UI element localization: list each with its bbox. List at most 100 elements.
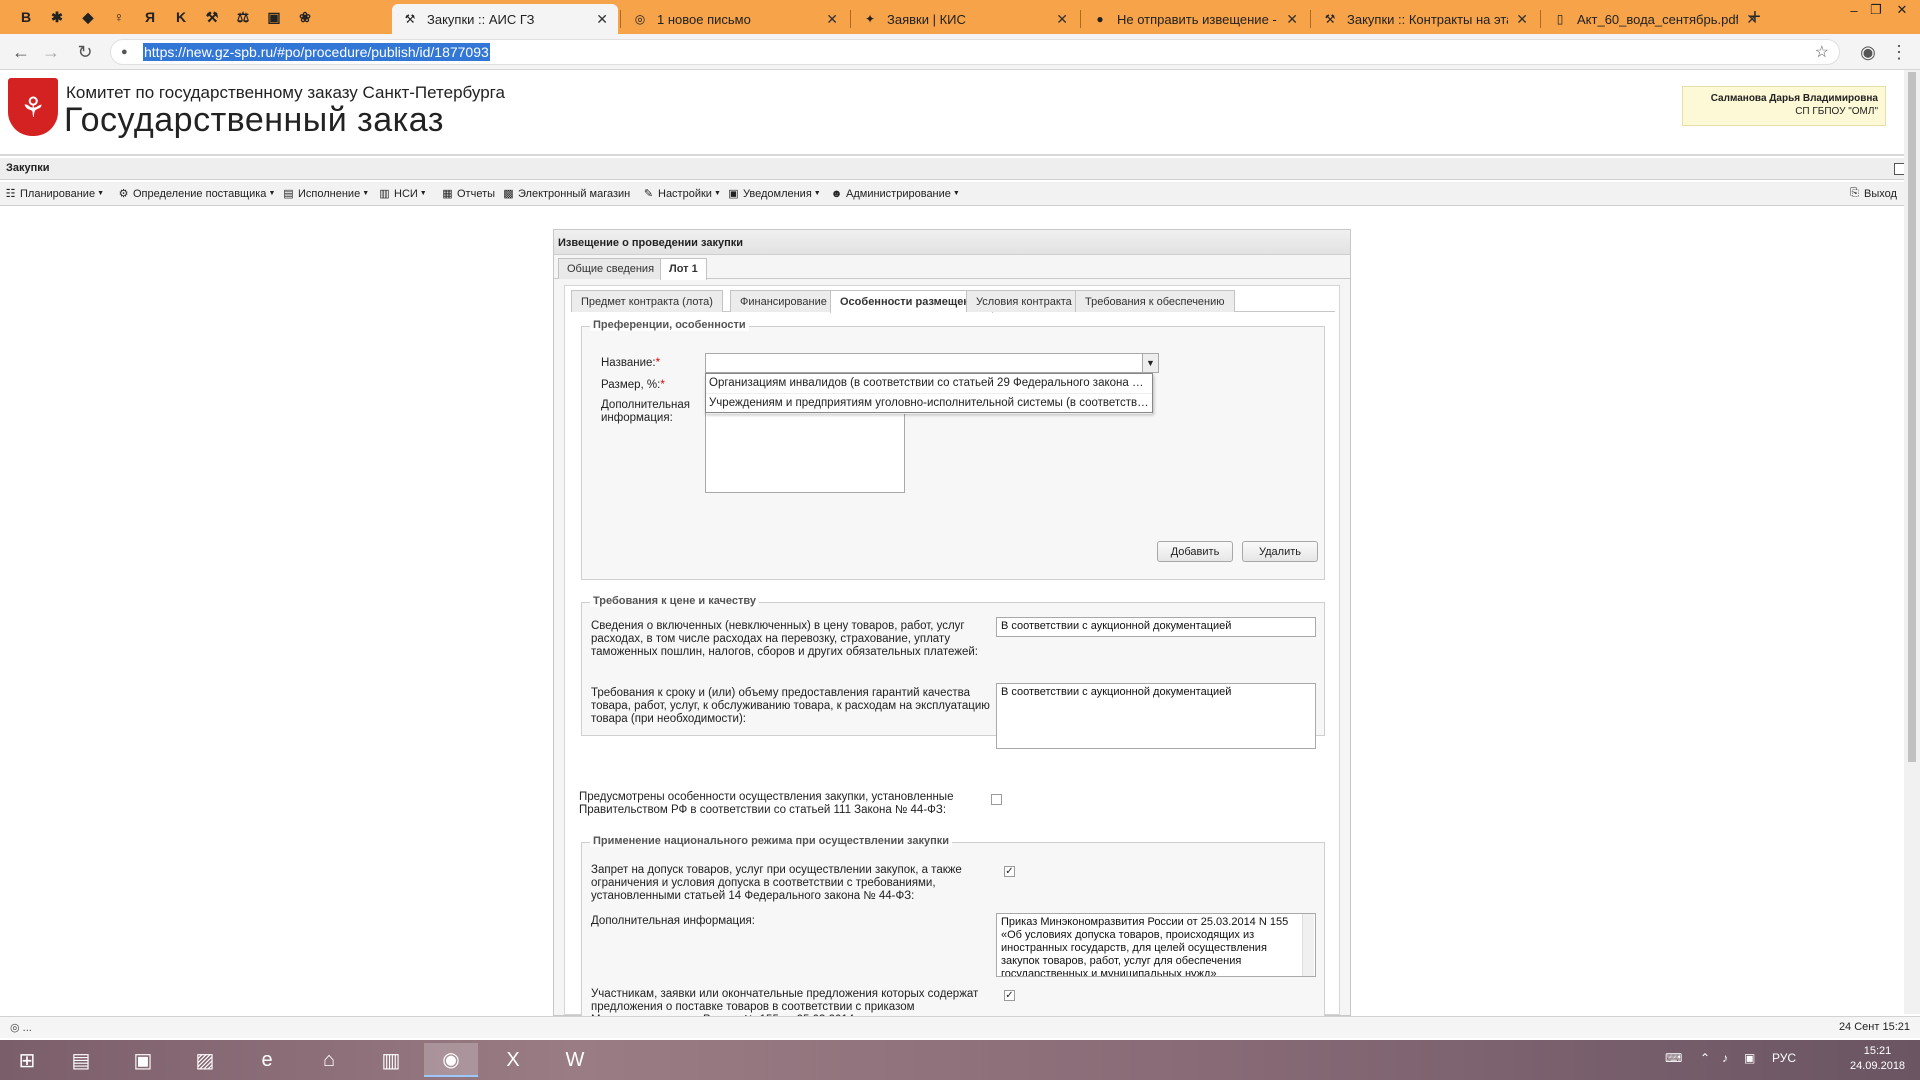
mail-icon: ◎: [634, 12, 646, 26]
hammer-icon[interactable]: ⚒: [198, 5, 226, 29]
scrollbar-thumb[interactable]: [1908, 72, 1916, 762]
shield-icon[interactable]: ◆: [74, 5, 102, 29]
tab-financing[interactable]: Финансирование: [730, 290, 837, 312]
browser-menu-icon[interactable]: ⋮: [1888, 41, 1910, 63]
ie-icon[interactable]: e: [240, 1043, 294, 1077]
taskbar-clock[interactable]: 15:21 24.09.2018: [1850, 1044, 1905, 1074]
photos-icon[interactable]: ▨: [178, 1043, 232, 1077]
address-bar[interactable]: ● https://new.gz-spb.ru/#po/procedure/pu…: [110, 39, 1840, 65]
import-ban-checkbox[interactable]: ✓: [1004, 866, 1015, 877]
network-icon[interactable]: ▣: [1744, 1051, 1755, 1065]
forward-icon[interactable]: →: [40, 41, 62, 63]
menu-item[interactable]: ☷ Планирование ▼: [4, 187, 104, 201]
name-combobox[interactable]: [705, 353, 1143, 373]
menu-item[interactable]: ▣ Уведомления ▼: [727, 187, 820, 201]
vk-icon[interactable]: В: [12, 5, 40, 29]
excel-icon[interactable]: X: [486, 1043, 540, 1077]
store-icon[interactable]: ▣: [116, 1043, 170, 1077]
caret-down-icon: ▼: [713, 190, 721, 197]
browser-tab[interactable]: ⚒ Закупки :: Контракты на этап ✕: [1312, 4, 1538, 34]
square-icon[interactable]: ▣: [260, 5, 288, 29]
archive-icon[interactable]: ▥: [364, 1043, 418, 1077]
windows-start-icon[interactable]: ⊞: [0, 1043, 54, 1077]
tab-contract-subject[interactable]: Предмет контракта (лота): [571, 290, 723, 312]
tab-general-info[interactable]: Общие сведения: [558, 258, 664, 279]
menu-item[interactable]: ✎ Настройки ▼: [642, 187, 721, 201]
menu-item[interactable]: ▥ НСИ ▼: [378, 187, 426, 201]
menu-item[interactable]: ▤ Исполнение ▼: [282, 187, 369, 201]
tab-title: Закупки :: Контракты на этап: [1347, 11, 1509, 27]
tab-lot-1[interactable]: Лот 1: [660, 258, 707, 280]
included-costs-input[interactable]: В соответствии с аукционной документацие…: [996, 617, 1316, 637]
person-icon[interactable]: ♀: [105, 5, 133, 29]
lock-icon: ●: [121, 46, 128, 58]
user-organization: СП ГБПОУ "ОМЛ": [1795, 106, 1878, 117]
explorer-icon[interactable]: ▤: [54, 1043, 108, 1077]
reload-icon[interactable]: ↻: [74, 41, 96, 63]
special-features-checkbox[interactable]: [991, 794, 1002, 805]
lot-subtabs: Предмет контракта (лота) Финансирование …: [571, 288, 1335, 313]
scale-icon[interactable]: ⚖: [229, 5, 257, 29]
browser-tab[interactable]: ● Не отправить извещение - с ✕: [1082, 4, 1308, 34]
flower-icon[interactable]: ❀: [291, 5, 319, 29]
close-tab-icon[interactable]: ✕: [1286, 11, 1298, 28]
close-tab-icon[interactable]: ✕: [1056, 11, 1068, 28]
word-icon[interactable]: W: [548, 1043, 602, 1077]
bookmark-star-icon[interactable]: ☆: [1815, 42, 1829, 62]
dropdown-option-penal-system[interactable]: Учреждениям и предприятиям уголовно-испо…: [706, 394, 1152, 414]
back-icon[interactable]: ←: [10, 41, 32, 63]
language-indicator[interactable]: РУС: [1772, 1051, 1796, 1065]
keu-icon[interactable]: K: [167, 5, 195, 29]
tray-arrow-icon[interactable]: ⌃: [1700, 1051, 1710, 1065]
notification-icon: ▣: [728, 188, 739, 200]
page-scrollbar[interactable]: [1904, 70, 1920, 1014]
app-header: ⚘ Комитет по государственному заказу Сан…: [0, 70, 1920, 156]
close-tab-icon[interactable]: ✕: [1516, 11, 1528, 28]
keyboard-icon[interactable]: ⌨: [1665, 1051, 1682, 1065]
delete-button[interactable]: Удалить: [1242, 541, 1318, 562]
status-datetime: 24 Сент 15:21: [1838, 1021, 1910, 1033]
menu-item[interactable]: ☻ Администрирование ▼: [830, 187, 960, 200]
browser-tab[interactable]: ◎ 1 новое письмо ✕: [622, 4, 848, 34]
close-window-button[interactable]: ✕: [1884, 0, 1920, 20]
home-icon[interactable]: ⌂: [302, 1043, 356, 1077]
kis-icon: ✦: [864, 12, 876, 26]
menu-item[interactable]: ⚙ Определение поставщика ▼: [117, 187, 276, 201]
notice-tabs: Общие сведения Лот 1: [554, 257, 1350, 280]
close-tab-icon[interactable]: ✕: [1746, 11, 1758, 28]
status-bar: ◎ ... 24 Сент 15:21: [0, 1016, 1920, 1038]
menu-item-label: Настройки: [658, 187, 712, 200]
menu-item[interactable]: ▩ Электронный магазин: [502, 187, 630, 201]
main-menu: ☷ Планирование ▼ ⚙ Определение поставщика ▼ ▤ И…: [0, 182, 1920, 206]
additional-info-textarea[interactable]: [705, 407, 905, 493]
quality-guarantee-textarea[interactable]: В соответствии с аукционной документацие…: [996, 683, 1316, 749]
national-info-textarea[interactable]: Приказ Минэкономразвития России от 25.03…: [996, 913, 1316, 977]
url-text[interactable]: https://new.gz-spb.ru/#po/procedure/publ…: [143, 43, 490, 61]
tab-contract-terms[interactable]: Условия контракта: [966, 290, 1082, 312]
chevron-down-icon[interactable]: ▼: [1142, 353, 1159, 373]
close-tab-icon[interactable]: ✕: [596, 11, 608, 28]
browser-tab[interactable]: ⚒ Закупки :: АИС ГЗ ✕: [392, 4, 618, 34]
national-regime-fieldset: Применение национального режима при осущ…: [581, 835, 1325, 1026]
user-info: Салманова Дарья Владимировна СП ГБПОУ "О…: [1682, 86, 1886, 126]
profile-icon[interactable]: ◉: [1857, 41, 1879, 63]
volume-icon[interactable]: ♪: [1722, 1051, 1728, 1065]
menu-item-label: Определение поставщика: [133, 187, 267, 200]
menu-item[interactable]: ▦ Отчеты: [441, 187, 495, 201]
tab-security-requirements[interactable]: Требования к обеспечению: [1075, 290, 1235, 312]
participants-checkbox[interactable]: ✓: [1004, 990, 1015, 1001]
dropdown-option-disabled-orgs[interactable]: Организациям инвалидов (в соответствии с…: [706, 374, 1152, 394]
menu-item-label: Исполнение: [298, 187, 361, 200]
yandex-icon[interactable]: Я: [136, 5, 164, 29]
sun-icon[interactable]: ✱: [43, 5, 71, 29]
caret-down-icon: ▼: [268, 190, 276, 197]
browser-tab[interactable]: ▯ Акт_60_вода_сентябрь.pdf ✕: [1542, 4, 1768, 34]
user-name: Салманова Дарья Владимировна: [1710, 93, 1878, 104]
add-button[interactable]: Добавить: [1157, 541, 1233, 562]
chrome-icon[interactable]: ◉: [424, 1043, 478, 1077]
close-tab-icon[interactable]: ✕: [826, 11, 838, 28]
logout-button[interactable]: ⎘ Выход: [1848, 187, 1897, 200]
module-title: Закупки: [6, 162, 50, 174]
browser-tab[interactable]: ✦ Заявки | КИС ✕: [852, 4, 1078, 34]
textarea-scrollbar[interactable]: [1302, 914, 1314, 976]
